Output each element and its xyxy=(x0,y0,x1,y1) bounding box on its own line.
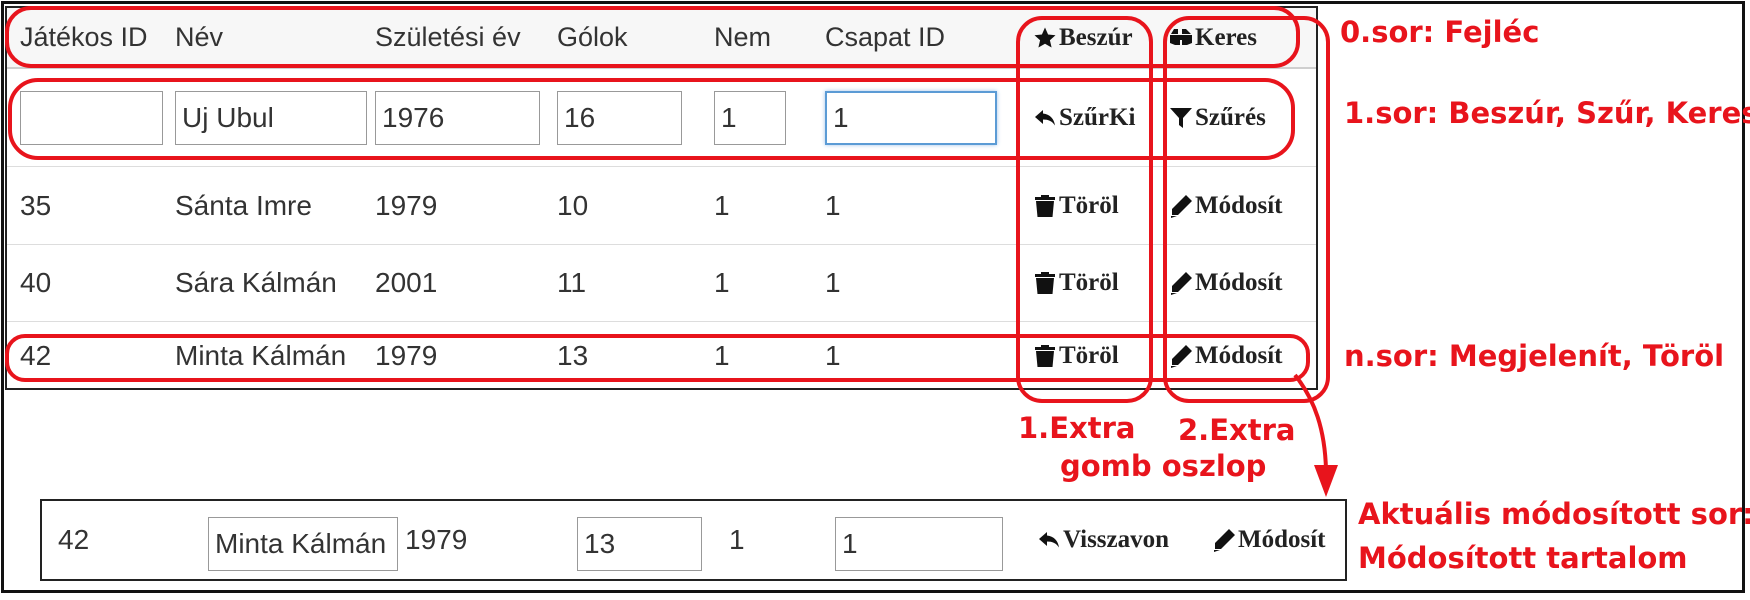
annotation-current-row: Aktuális módosított sor: xyxy=(1358,497,1750,531)
annotation-row0: 0.sor: Fejléc xyxy=(1340,15,1540,49)
annotation-extra-column: gomb oszlop xyxy=(1060,449,1267,483)
annotation-modified-content: Módosított tartalom xyxy=(1358,541,1688,575)
annotation-row1: 1.sor: Beszúr, Szűr, Keres xyxy=(1344,96,1750,130)
annotation-rown: n.sor: Megjelenít, Töröl xyxy=(1344,339,1725,373)
annotation-extra2: 2.Extra xyxy=(1178,413,1296,447)
arrow-head xyxy=(1314,465,1338,497)
annotation-extra1: 1.Extra xyxy=(1018,411,1136,445)
arrow-curve xyxy=(1293,373,1328,471)
